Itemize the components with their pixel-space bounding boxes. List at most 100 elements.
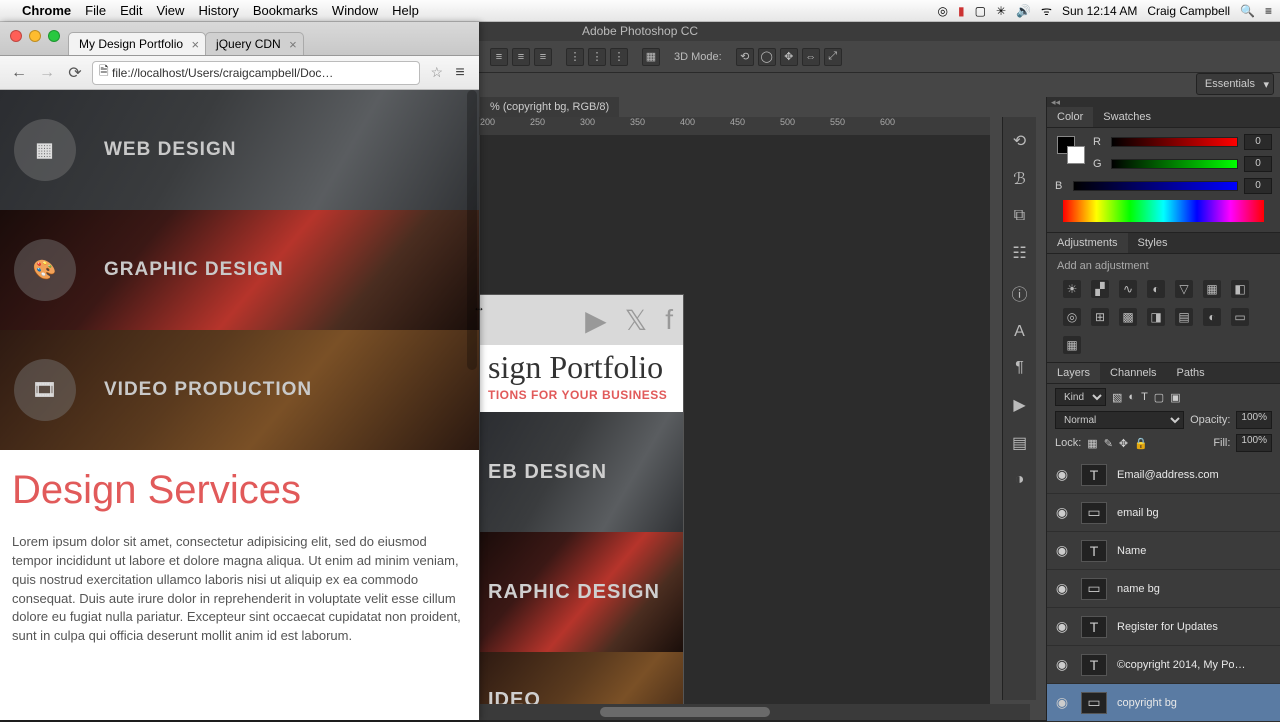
fgbg-swatch[interactable] xyxy=(1057,136,1085,164)
minimize-window-icon[interactable] xyxy=(29,30,41,42)
b-value[interactable]: 0 xyxy=(1244,178,1272,194)
spectrum-picker[interactable] xyxy=(1063,200,1264,222)
gradient-map-icon[interactable]: ▭ xyxy=(1231,308,1249,326)
layer-row[interactable]: ◉T©copyright 2014, My Po… xyxy=(1047,646,1280,684)
wifi-icon[interactable]: ᯤ xyxy=(1041,2,1052,19)
ps-canvas[interactable]: ▶ 𝕏 f sign Portfolio TIONS FOR YOUR BUSI… xyxy=(480,135,990,710)
menu-edit[interactable]: Edit xyxy=(120,3,142,18)
panel-collapse-icon[interactable]: ◂◂ xyxy=(1047,97,1280,107)
layer-row[interactable]: ◉TName xyxy=(1047,532,1280,570)
3d-orbit-icon[interactable]: ⟲ xyxy=(736,48,754,66)
align-right-icon[interactable]: ≡ xyxy=(534,48,552,66)
lock-pixels-icon[interactable]: ✎ xyxy=(1104,437,1113,450)
menu-file[interactable]: File xyxy=(85,3,106,18)
dist-icon[interactable]: ⋮ xyxy=(566,48,584,66)
menubar-clock[interactable]: Sun 12:14 AM xyxy=(1062,4,1137,18)
status-icon[interactable]: ▮ xyxy=(958,4,965,18)
canvas-h-scrollbar[interactable] xyxy=(480,704,1030,720)
g-value[interactable]: 0 xyxy=(1244,156,1272,172)
menu-window[interactable]: Window xyxy=(332,3,378,18)
paragraph-icon[interactable]: ¶ xyxy=(1015,359,1024,377)
3d-roll-icon[interactable]: ◯ xyxy=(758,48,776,66)
posterize-icon[interactable]: ▤ xyxy=(1175,308,1193,326)
tab-paths[interactable]: Paths xyxy=(1167,363,1215,383)
opacity-field[interactable]: 100% xyxy=(1236,411,1272,429)
layer-row[interactable]: ◉▭email bg xyxy=(1047,494,1280,532)
app-name[interactable]: Chrome xyxy=(22,3,71,18)
levels-icon[interactable]: ▞ xyxy=(1091,280,1109,298)
visibility-icon[interactable]: ◉ xyxy=(1053,580,1071,597)
layer-row[interactable]: ◉TEmail@address.com xyxy=(1047,456,1280,494)
align-center-icon[interactable]: ≡ xyxy=(512,48,530,66)
visibility-icon[interactable]: ◉ xyxy=(1053,542,1071,559)
layer-row[interactable]: ◉TRegister for Updates xyxy=(1047,608,1280,646)
page-viewport[interactable]: ▦ WEB DESIGN 🎨 GRAPHIC DESIGN 🎞 VIDEO PR… xyxy=(0,90,479,720)
browser-tab[interactable]: My Design Portfolio× xyxy=(68,32,206,55)
service-graphic-design[interactable]: 🎨 GRAPHIC DESIGN xyxy=(0,210,479,330)
hue-icon[interactable]: ▦ xyxy=(1203,280,1221,298)
vibrance-icon[interactable]: ▽ xyxy=(1175,280,1193,298)
tab-color[interactable]: Color xyxy=(1047,107,1093,127)
threshold-icon[interactable]: ◐ xyxy=(1203,308,1221,326)
service-video-production[interactable]: 🎞 VIDEO PRODUCTION xyxy=(0,330,479,450)
history-icon[interactable]: ⟲ xyxy=(1013,131,1026,151)
spotlight-icon[interactable]: 🔍 xyxy=(1240,4,1255,18)
bw-icon[interactable]: ◧ xyxy=(1231,280,1249,298)
filter-kind[interactable]: Kind xyxy=(1055,388,1106,406)
lock-transparency-icon[interactable]: ▦ xyxy=(1087,437,1097,450)
menubar-user[interactable]: Craig Campbell xyxy=(1147,4,1230,18)
3d-scale-icon[interactable]: ⤢ xyxy=(824,48,842,66)
exposure-icon[interactable]: ◐ xyxy=(1147,280,1165,298)
visibility-icon[interactable]: ◉ xyxy=(1053,656,1071,673)
menu-history[interactable]: History xyxy=(198,3,238,18)
lock-position-icon[interactable]: ✥ xyxy=(1119,437,1128,450)
character-icon[interactable]: A xyxy=(1014,323,1025,341)
back-button[interactable]: ← xyxy=(8,62,30,84)
photo-filter-icon[interactable]: ◎ xyxy=(1063,308,1081,326)
3d-pan-icon[interactable]: ✥ xyxy=(780,48,798,66)
close-window-icon[interactable] xyxy=(10,30,22,42)
reload-button[interactable]: ⟳ xyxy=(64,62,86,84)
properties-icon[interactable]: ☷ xyxy=(1012,243,1026,263)
tab-adjustments[interactable]: Adjustments xyxy=(1047,233,1128,253)
curves-icon[interactable]: ∿ xyxy=(1119,280,1137,298)
selective-color-icon[interactable]: ▦ xyxy=(1063,336,1081,354)
tab-layers[interactable]: Layers xyxy=(1047,363,1100,383)
fill-field[interactable]: 100% xyxy=(1236,434,1272,452)
menu-view[interactable]: View xyxy=(156,3,184,18)
filter-shape-icon[interactable]: ▢ xyxy=(1154,391,1164,404)
lut-icon[interactable]: ▩ xyxy=(1119,308,1137,326)
visibility-icon[interactable]: ◉ xyxy=(1053,694,1071,711)
tab-styles[interactable]: Styles xyxy=(1128,233,1178,253)
status-icon[interactable]: ✳ xyxy=(996,4,1006,18)
airplay-icon[interactable]: ▢ xyxy=(975,4,986,18)
3d-slide-icon[interactable]: ⇔ xyxy=(802,48,820,66)
menu-bookmarks[interactable]: Bookmarks xyxy=(253,3,318,18)
workspace-switcher[interactable]: Essentials xyxy=(1196,73,1274,95)
info-icon[interactable]: ⓘ xyxy=(1011,281,1027,305)
r-value[interactable]: 0 xyxy=(1244,134,1272,150)
layer-row[interactable]: ◉▭name bg xyxy=(1047,570,1280,608)
browser-tab[interactable]: jQuery CDN× xyxy=(205,32,304,55)
close-tab-icon[interactable]: × xyxy=(289,37,297,52)
close-tab-icon[interactable]: × xyxy=(191,37,199,52)
status-icon[interactable]: ◎ xyxy=(938,4,948,18)
service-web-design[interactable]: ▦ WEB DESIGN xyxy=(0,90,479,210)
filter-adjust-icon[interactable]: ◐ xyxy=(1128,391,1135,403)
notifications-icon[interactable]: ≡ xyxy=(1265,4,1272,18)
comp-icon[interactable]: ▤ xyxy=(1012,433,1027,453)
tab-swatches[interactable]: Swatches xyxy=(1093,107,1161,127)
channel-mixer-icon[interactable]: ⊞ xyxy=(1091,308,1109,326)
filter-type-icon[interactable]: T xyxy=(1141,391,1148,403)
dist-icon[interactable]: ⋮ xyxy=(610,48,628,66)
blend-mode[interactable]: Normal xyxy=(1055,411,1184,429)
3d-icon[interactable]: ◑ xyxy=(1015,471,1025,489)
visibility-icon[interactable]: ◉ xyxy=(1053,466,1071,483)
b-slider[interactable] xyxy=(1073,181,1238,191)
filter-pixel-icon[interactable]: ▧ xyxy=(1112,391,1122,404)
align-left-icon[interactable]: ≡ xyxy=(490,48,508,66)
g-slider[interactable] xyxy=(1111,159,1238,169)
chrome-menu-button[interactable]: ≡ xyxy=(449,62,471,84)
brightness-icon[interactable]: ☀ xyxy=(1063,280,1081,298)
auto-align-icon[interactable]: ▦ xyxy=(642,48,660,66)
